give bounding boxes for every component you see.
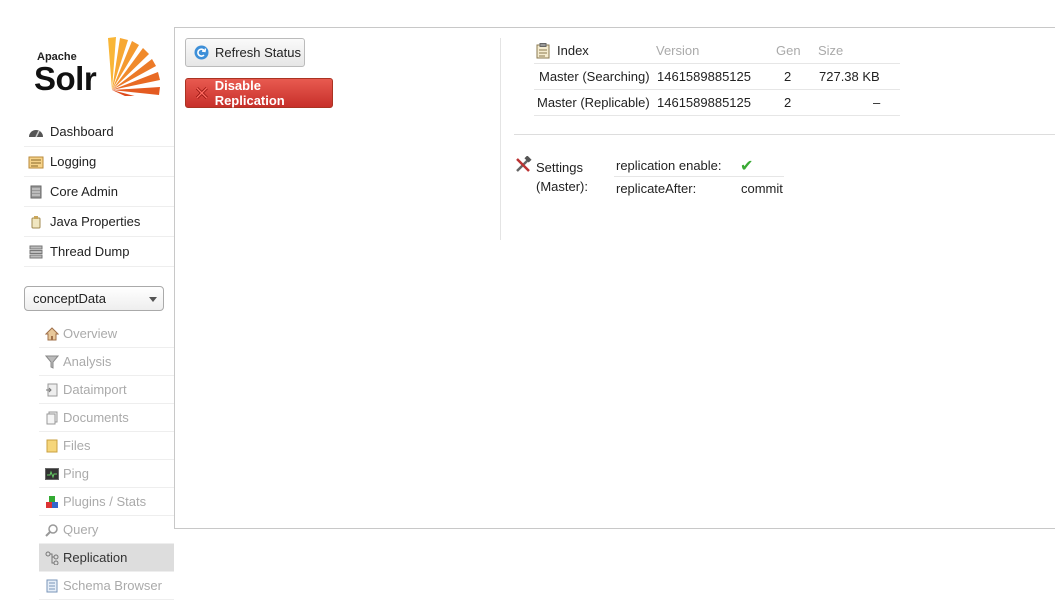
- row-label-searching: Master (Searching): [539, 69, 650, 84]
- menu-item-core-admin[interactable]: Core Admin: [24, 177, 174, 207]
- solr-sunburst-icon: [108, 37, 160, 96]
- dashboard-icon: [28, 125, 44, 139]
- version-header: Version: [656, 43, 700, 58]
- replicate-after-value: commit: [741, 181, 783, 196]
- refresh-status-label: Refresh Status: [215, 45, 301, 60]
- menu-item-thread-dump[interactable]: Thread Dump: [24, 237, 174, 267]
- core-menu-item-files[interactable]: Files: [39, 432, 174, 460]
- chevron-down-icon: [149, 297, 157, 302]
- core-menu-item-plugins-stats[interactable]: Plugins / Stats: [39, 488, 174, 516]
- core-menu-item-label: Replication: [63, 550, 128, 565]
- funnel-icon: [45, 355, 59, 369]
- main-menu: Dashboard Logging Core Admin Java Proper…: [24, 117, 174, 267]
- core-menu-item-label: Overview: [63, 326, 118, 341]
- menu-item-label: Thread Dump: [50, 244, 130, 259]
- horizontal-divider: [514, 134, 1055, 135]
- menu-item-logging[interactable]: Logging: [24, 147, 174, 177]
- java-properties-icon: [28, 215, 44, 229]
- row-label-replicable: Master (Replicable): [537, 95, 650, 110]
- settings-subtitle: (Master):: [536, 179, 588, 194]
- index-header: Index: [557, 43, 589, 58]
- disable-replication-label: Disable Replication: [214, 78, 285, 108]
- menu-item-label: Core Admin: [50, 184, 118, 199]
- core-menu-item-label: Ping: [63, 466, 90, 481]
- core-selector[interactable]: conceptData: [24, 286, 164, 311]
- core-menu-item-label: Files: [63, 438, 91, 453]
- close-icon: [195, 87, 208, 99]
- menu-item-label: Java Properties: [50, 214, 141, 229]
- schema-icon: [45, 579, 59, 593]
- thread-dump-icon: [28, 245, 44, 259]
- core-menu-item-query[interactable]: Query: [39, 516, 174, 544]
- core-menu-item-schema-browser[interactable]: Schema Browser: [39, 572, 174, 600]
- disable-replication-button[interactable]: Disable Replication: [185, 78, 333, 108]
- core-menu-item-label: Analysis: [63, 354, 112, 369]
- row-gen-searching: 2: [784, 69, 792, 84]
- core-menu-item-dataimport[interactable]: Dataimport: [39, 376, 174, 404]
- row-divider: [534, 63, 900, 64]
- dataimport-icon: [45, 383, 59, 397]
- replication-enable-label: replication enable:: [616, 158, 722, 173]
- tools-icon: [516, 156, 532, 172]
- replication-icon: [45, 551, 59, 565]
- home-icon: [45, 326, 59, 341]
- core-menu: Overview Analysis Dataimport Documents F…: [39, 320, 174, 600]
- settings-divider: [614, 176, 784, 177]
- core-menu-item-label: Schema Browser: [63, 578, 162, 593]
- core-menu-item-label: Dataimport: [63, 382, 127, 397]
- settings-title: Settings: [536, 160, 583, 175]
- settings-master-label: Settings (Master):: [536, 158, 588, 196]
- core-selector-value: conceptData: [33, 291, 106, 306]
- folder-icon: [45, 439, 59, 453]
- refresh-icon: [194, 45, 209, 60]
- search-icon: [45, 523, 59, 537]
- refresh-status-button[interactable]: Refresh Status: [185, 38, 305, 67]
- core-menu-item-label: Query: [63, 522, 99, 537]
- row-size-replicable: –: [873, 95, 881, 110]
- row-divider: [534, 115, 900, 116]
- documents-icon: [45, 411, 59, 425]
- core-menu-item-replication[interactable]: Replication: [39, 544, 174, 572]
- core-menu-item-label: Documents: [63, 410, 129, 425]
- row-version-searching: 1461589885125: [657, 69, 751, 84]
- logo-solr-text: Solr: [34, 60, 97, 97]
- clipboard-icon: [536, 43, 550, 59]
- core-menu-item-overview[interactable]: Overview: [39, 320, 174, 348]
- vertical-divider: [500, 38, 501, 240]
- menu-item-label: Dashboard: [50, 124, 114, 139]
- check-icon: ✔: [740, 158, 754, 175]
- core-admin-icon: [28, 185, 44, 199]
- core-menu-item-documents[interactable]: Documents: [39, 404, 174, 432]
- row-size-searching: 727.38 KB: [819, 69, 880, 84]
- row-gen-replicable: 2: [784, 95, 792, 110]
- menu-item-java-properties[interactable]: Java Properties: [24, 207, 174, 237]
- core-menu-item-ping[interactable]: Ping: [39, 460, 174, 488]
- solr-logo[interactable]: Apache Solr: [34, 34, 160, 102]
- core-menu-item-label: Plugins / Stats: [63, 494, 147, 509]
- row-divider: [534, 89, 900, 90]
- replicate-after-label: replicateAfter:: [616, 181, 697, 196]
- plugins-icon: [45, 495, 59, 509]
- size-header: Size: [818, 43, 844, 58]
- gen-header: Gen: [776, 43, 801, 58]
- core-menu-item-analysis[interactable]: Analysis: [39, 348, 174, 376]
- row-version-replicable: 1461589885125: [657, 95, 751, 110]
- menu-item-label: Logging: [50, 154, 97, 169]
- menu-item-dashboard[interactable]: Dashboard: [24, 117, 174, 147]
- logging-icon: [28, 155, 44, 169]
- ping-icon: [45, 467, 59, 481]
